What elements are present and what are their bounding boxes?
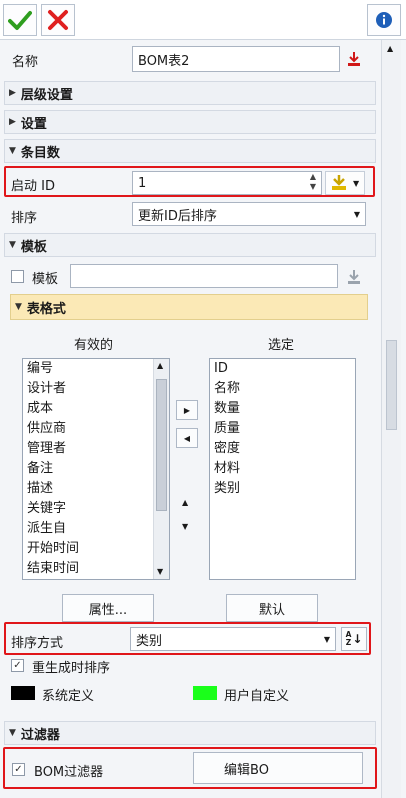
ok-button[interactable] [3,4,37,36]
list-item[interactable]: 供应商 [23,419,169,439]
highlight-start-id [4,166,375,197]
expand-icon: ▶ [9,88,16,98]
arrow-right-icon: ▶ [183,405,191,415]
move-down-button[interactable]: ▼ [182,522,188,531]
scroll-thumb[interactable] [156,379,167,511]
section-title: 层级设置 [20,87,73,103]
scroll-up-icon[interactable]: ▲ [157,361,163,370]
name-input[interactable]: BOM表2 [132,46,340,72]
cross-icon [48,10,68,30]
list-item[interactable]: 质量 [210,419,355,439]
system-color-swatch [11,686,35,700]
default-button[interactable]: 默认 [226,594,318,622]
arrow-up-icon: ▲ [182,498,189,507]
template-label: 模板 [32,272,59,287]
collapse-icon: ▼ [15,302,22,312]
regen-sort-label: 重生成时排序 [32,661,111,676]
scroll-down-icon[interactable]: ▼ [157,567,163,576]
list-item[interactable]: 设计者 [23,379,169,399]
move-right-button[interactable]: ▶ [176,400,198,420]
chevron-down-icon: ▼ [353,209,360,219]
available-header: 有效的 [74,338,114,353]
section-template[interactable]: ▼ 模板 [4,233,376,257]
move-left-button[interactable]: ◀ [176,428,198,448]
section-title: 表格式 [26,301,66,317]
collapse-icon: ▼ [9,146,16,156]
list-item[interactable]: 数量 [210,399,355,419]
section-settings[interactable]: ▶ 设置 [4,110,376,134]
user-color-swatch [193,686,217,700]
arrow-down-icon: ▼ [182,522,189,531]
list-item[interactable]: 类别 [210,479,355,499]
section-title: 模板 [20,239,47,255]
list-item[interactable]: ID [210,359,355,379]
user-defined-label: 用户自定义 [224,689,290,704]
properties-button[interactable]: 属性... [62,594,154,622]
sort-select[interactable]: 更新ID后排序 ▼ [132,202,366,226]
arrow-left-icon: ◀ [183,433,191,443]
list-item[interactable]: 描述 [23,479,169,499]
list-item[interactable]: 开始时间 [23,539,169,559]
selected-header: 选定 [268,338,295,353]
checkmark-icon [8,11,32,30]
sort-label: 排序 [11,211,38,226]
section-entries[interactable]: ▼ 条目数 [4,139,376,163]
pick-template-icon[interactable] [345,268,363,286]
info-icon [376,12,392,28]
template-checkbox[interactable] [11,270,24,283]
move-up-button[interactable]: ▲ [182,498,188,507]
list-scrollbar[interactable]: ▲ ▼ [153,359,169,579]
regen-sort-checkbox[interactable]: ✓ [11,659,24,672]
selected-list[interactable]: ID 名称 数量 质量 密度 材料 类别 [209,358,356,580]
system-defined-label: 系统定义 [42,689,95,704]
scroll-thumb[interactable] [386,340,397,430]
available-list[interactable]: 编号 设计者 成本 供应商 管理者 备注 描述 关键字 派生自 开始时间 结束时间 ▲ ▼ [22,358,170,580]
section-title: 过滤器 [20,727,60,743]
section-table-format[interactable]: ▼ 表格式 [10,294,368,320]
list-item[interactable]: 关键字 [23,499,169,519]
list-item[interactable]: 派生自 [23,519,169,539]
list-item[interactable]: 编号 [23,359,169,379]
section-level-settings[interactable]: ▶ 层级设置 [4,81,376,105]
list-item[interactable]: 密度 [210,439,355,459]
collapse-icon: ▼ [9,240,16,250]
expand-icon: ▶ [9,117,16,127]
list-item[interactable]: 管理者 [23,439,169,459]
toolbar [0,0,406,40]
list-item[interactable]: 成本 [23,399,169,419]
section-title: 设置 [20,116,47,132]
info-button[interactable] [367,4,401,36]
highlight-bom-filter [3,747,377,789]
template-input[interactable] [70,264,338,288]
cancel-button[interactable] [41,4,75,36]
collapse-icon: ▼ [9,728,16,738]
section-filter[interactable]: ▼ 过滤器 [4,721,376,745]
panel-scrollbar[interactable]: ▲ [381,40,401,798]
list-item[interactable]: 名称 [210,379,355,399]
highlight-sort-mode [4,622,371,655]
name-label: 名称 [12,55,39,70]
pick-name-icon[interactable] [345,50,363,68]
section-title: 条目数 [20,145,60,161]
list-item[interactable]: 材料 [210,459,355,479]
scroll-up-icon[interactable]: ▲ [387,44,393,53]
list-item[interactable]: 结束时间 [23,559,169,579]
sort-value: 更新ID后排序 [138,208,217,224]
list-item[interactable]: 备注 [23,459,169,479]
